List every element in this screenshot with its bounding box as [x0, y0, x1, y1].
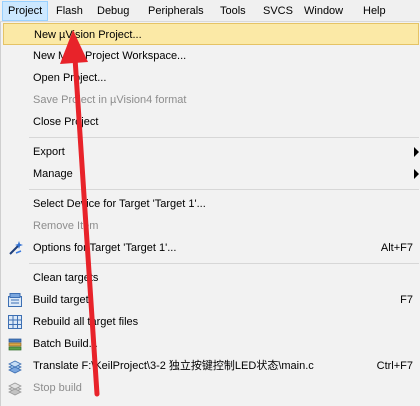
menu-item-label: Rebuild all target files	[33, 316, 139, 328]
menu-item-remove-item: Remove Item	[3, 215, 419, 237]
menu-item-label: New Multi-Project Workspace...	[33, 50, 187, 62]
menu-item-label: Stop build	[33, 382, 82, 394]
menu-item-label: Batch Build...	[33, 338, 98, 350]
menu-item-options-for-target[interactable]: Options for Target 'Target 1'... Alt+F7	[3, 237, 419, 259]
menu-item-label: Open Project...	[33, 72, 107, 84]
build-icon	[7, 292, 23, 308]
menu-item-label: Build target	[33, 294, 89, 306]
menu-item-label: Manage	[33, 168, 73, 180]
menu-item-save-project-uvision4: Save Project in µVision4 format	[3, 89, 419, 111]
menu-item-batch-build[interactable]: Batch Build...	[3, 333, 419, 355]
menu-item-label: Translate F:\KeilProject\3-2 独立按键控制LED状态…	[33, 360, 314, 372]
menu-item-export[interactable]: Export	[3, 141, 419, 163]
menu-item-shortcut: Ctrl+F7	[376, 360, 413, 372]
menu-tools[interactable]: Tools	[215, 1, 251, 21]
menu-item-shortcut: F7	[400, 294, 413, 306]
menu-item-label: Export	[33, 146, 65, 158]
rebuild-icon	[7, 314, 23, 330]
stop-build-icon	[7, 380, 23, 396]
menu-item-label: Close Project	[33, 116, 99, 128]
menu-item-label: Save Project in µVision4 format	[33, 94, 187, 106]
submenu-arrow-icon	[414, 169, 419, 179]
menu-item-stop-build: Stop build	[3, 377, 419, 399]
menu-item-translate[interactable]: Translate F:\KeilProject\3-2 独立按键控制LED状态…	[3, 355, 419, 377]
menu-separator	[29, 189, 419, 190]
menu-peripherals[interactable]: Peripherals	[143, 1, 209, 21]
menu-item-label: Options for Target 'Target 1'...	[33, 242, 177, 254]
menu-item-label: New µVision Project...	[34, 29, 142, 41]
project-menu-dropdown: New µVision Project... New Multi-Project…	[0, 22, 420, 406]
menu-item-open-project[interactable]: Open Project...	[3, 67, 419, 89]
menu-item-build-target[interactable]: Build target F7	[3, 289, 419, 311]
batch-build-icon	[7, 336, 23, 352]
menu-item-close-project[interactable]: Close Project	[3, 111, 419, 133]
options-wand-icon	[7, 240, 23, 256]
menu-debug[interactable]: Debug	[92, 1, 134, 21]
menu-item-label: Clean targets	[33, 272, 99, 284]
menu-item-shortcut: Alt+F7	[380, 242, 413, 254]
translate-icon	[7, 358, 23, 374]
menu-svcs[interactable]: SVCS	[258, 1, 298, 21]
menu-separator	[29, 137, 419, 138]
menu-bar: Project Flash Debug Peripherals Tools SV…	[0, 0, 420, 22]
menu-help[interactable]: Help	[358, 1, 391, 21]
menu-item-clean-targets[interactable]: Clean targets	[3, 267, 419, 289]
menu-item-manage[interactable]: Manage	[3, 163, 419, 185]
menu-separator	[29, 263, 419, 264]
menu-window[interactable]: Window	[299, 1, 348, 21]
menu-item-rebuild-all[interactable]: Rebuild all target files	[3, 311, 419, 333]
menu-item-select-device[interactable]: Select Device for Target 'Target 1'...	[3, 193, 419, 215]
menu-item-label: Select Device for Target 'Target 1'...	[33, 198, 206, 210]
menu-item-new-multi-project-workspace[interactable]: New Multi-Project Workspace...	[3, 45, 419, 67]
submenu-arrow-icon	[414, 147, 419, 157]
menu-flash[interactable]: Flash	[51, 1, 88, 21]
menu-project[interactable]: Project	[2, 1, 49, 21]
menu-item-new-uvision-project[interactable]: New µVision Project...	[3, 23, 419, 45]
menu-item-label: Remove Item	[33, 220, 99, 232]
